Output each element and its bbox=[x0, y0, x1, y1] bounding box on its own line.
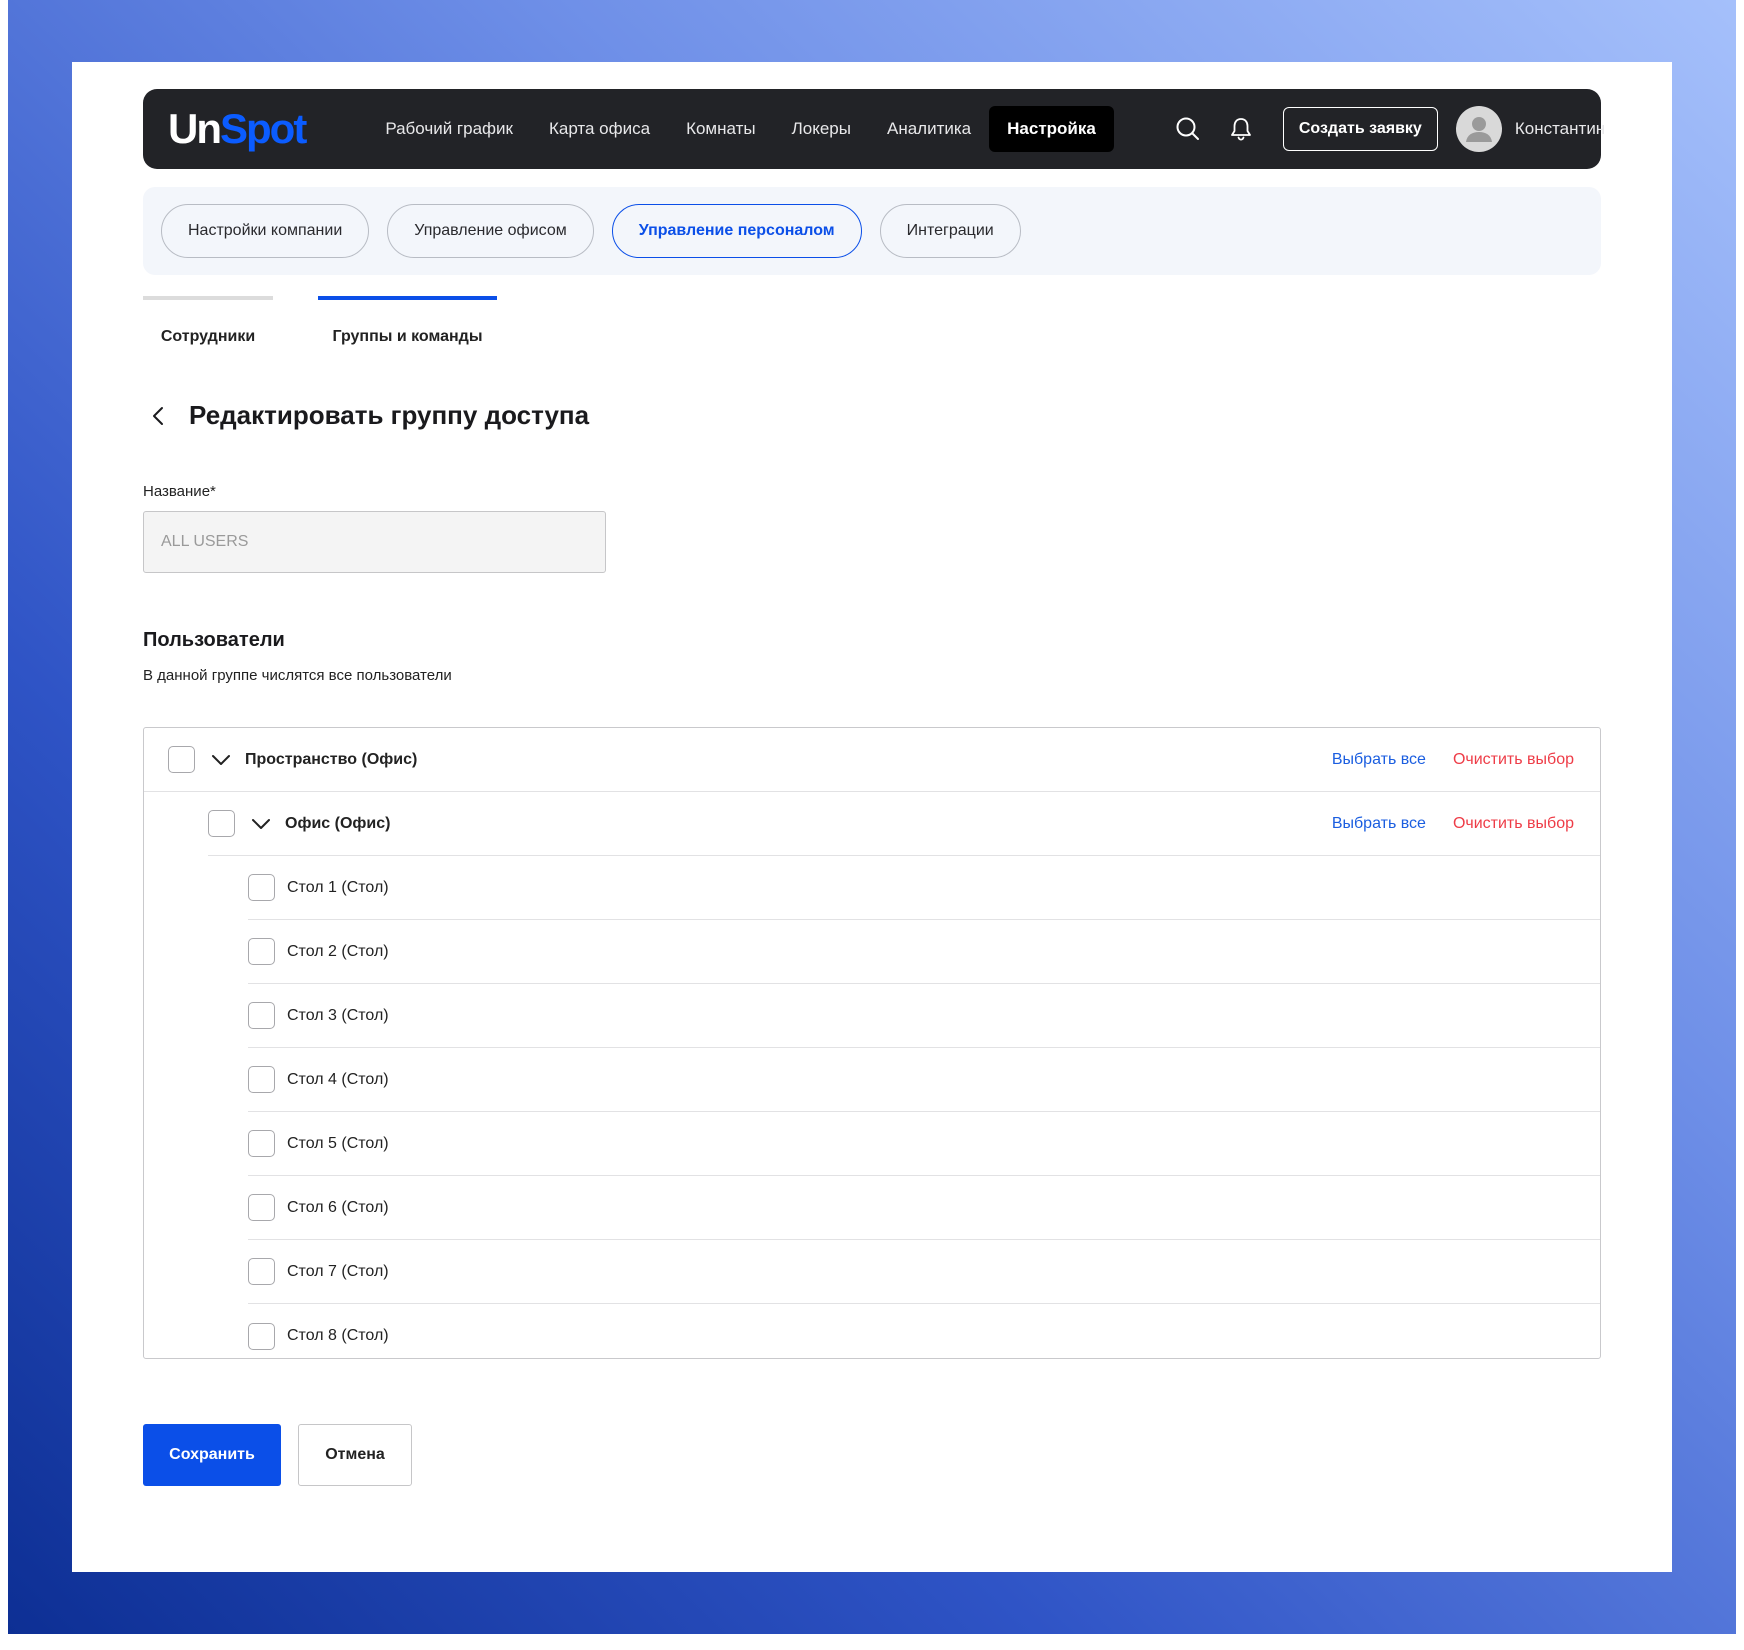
select-all-link[interactable]: Выбрать все bbox=[1332, 751, 1426, 769]
tree-row-desk[interactable]: Стол 1 (Стол) bbox=[248, 856, 1600, 920]
user-name[interactable]: Константин bbox=[1515, 119, 1605, 139]
tab-employees[interactable]: Сотрудники bbox=[143, 296, 273, 346]
checkbox[interactable] bbox=[248, 938, 275, 965]
checkbox[interactable] bbox=[248, 1066, 275, 1093]
checkbox[interactable] bbox=[248, 1322, 275, 1350]
tree-row-desk[interactable]: Стол 6 (Стол) bbox=[248, 1176, 1600, 1240]
tab-indicator-active bbox=[318, 296, 497, 300]
create-request-button[interactable]: Создать заявку bbox=[1282, 107, 1438, 151]
checkbox[interactable] bbox=[248, 1194, 275, 1221]
tree-row-label: Стол 5 (Стол) bbox=[287, 1134, 389, 1152]
access-tree: Пространство (Офис) Выбрать все Очистить… bbox=[143, 727, 1601, 1359]
subnav-integrations[interactable]: Интеграции bbox=[879, 204, 1021, 258]
nav-links: Рабочий график Карта офиса Комнаты Локер… bbox=[367, 89, 1114, 169]
top-navbar: UnSpot Рабочий график Карта офиса Комнат… bbox=[143, 89, 1605, 169]
clear-selection-link[interactable]: Очистить выбор bbox=[1453, 751, 1574, 769]
clear-selection-link[interactable]: Очистить выбор bbox=[1453, 815, 1574, 833]
user-avatar[interactable] bbox=[1455, 106, 1502, 152]
nav-right: Создать заявку Константин bbox=[1174, 106, 1605, 152]
tree-row-root[interactable]: Пространство (Офис) Выбрать все Очистить… bbox=[144, 728, 1600, 792]
search-icon[interactable] bbox=[1174, 115, 1202, 143]
nav-link-analytics[interactable]: Аналитика bbox=[869, 106, 989, 152]
tree-row-desk[interactable]: Стол 3 (Стол) bbox=[248, 984, 1600, 1048]
page-title: Редактировать группу доступа bbox=[189, 400, 590, 430]
tab-groups-teams[interactable]: Группы и команды bbox=[318, 296, 497, 346]
logo-part-un: Un bbox=[168, 105, 222, 152]
tree-row-desk[interactable]: Стол 2 (Стол) bbox=[248, 920, 1600, 984]
chevron-down-icon[interactable] bbox=[249, 812, 273, 836]
tree-row-desk[interactable]: Стол 4 (Стол) bbox=[248, 1048, 1600, 1112]
bell-icon[interactable] bbox=[1227, 115, 1255, 143]
checkbox[interactable] bbox=[248, 874, 275, 901]
tree-row-label: Стол 8 (Стол) bbox=[287, 1327, 389, 1344]
tree-row-desk[interactable]: Стол 7 (Стол) bbox=[248, 1240, 1600, 1304]
checkbox[interactable] bbox=[208, 810, 235, 837]
tree-row-label: Стол 1 (Стол) bbox=[287, 878, 389, 896]
subnav-office-management[interactable]: Управление офисом bbox=[387, 204, 594, 258]
tree-row-label: Стол 3 (Стол) bbox=[287, 1006, 389, 1024]
save-button[interactable]: Сохранить bbox=[143, 1424, 281, 1486]
app-canvas: UnSpot Рабочий график Карта офиса Комнат… bbox=[72, 62, 1672, 1572]
subnav-company-settings[interactable]: Настройки компании bbox=[161, 204, 370, 258]
tab-indicator bbox=[143, 296, 273, 300]
row-actions: Выбрать все Очистить выбор bbox=[1332, 751, 1574, 769]
unspot-logo[interactable]: UnSpot bbox=[168, 105, 307, 152]
checkbox[interactable] bbox=[248, 1130, 275, 1157]
tree-row-label: Стол 7 (Стол) bbox=[287, 1262, 389, 1280]
tree-row-desk[interactable]: Стол 8 (Стол) bbox=[248, 1304, 1600, 1368]
tree-row-label: Стол 4 (Стол) bbox=[287, 1070, 389, 1088]
tab-employees-label: Сотрудники bbox=[160, 328, 256, 345]
nav-link-rooms[interactable]: Комнаты bbox=[668, 106, 774, 152]
tree-row-label: Офис (Офис) bbox=[285, 814, 391, 832]
checkbox[interactable] bbox=[248, 1002, 275, 1029]
chevron-left-icon[interactable] bbox=[147, 404, 171, 428]
name-input[interactable]: ALL USERS bbox=[143, 511, 606, 573]
user-silhouette-icon bbox=[1465, 117, 1492, 142]
nav-link-settings[interactable]: Настройка bbox=[989, 106, 1114, 152]
nav-link-office-map[interactable]: Карта офиса bbox=[531, 106, 668, 152]
chevron-down-icon[interactable] bbox=[209, 748, 233, 772]
nav-link-schedule[interactable]: Рабочий график bbox=[367, 106, 531, 152]
tree-row-office[interactable]: Офис (Офис) Выбрать все Очистить выбор bbox=[208, 792, 1600, 856]
cancel-button[interactable]: Отмена bbox=[298, 1424, 412, 1486]
settings-subnav: Настройки компании Управление офисом Упр… bbox=[143, 187, 1601, 275]
row-actions: Выбрать все Очистить выбор bbox=[1332, 815, 1574, 833]
name-field-label: Название* bbox=[143, 483, 216, 500]
logo-part-spot: Spot bbox=[220, 105, 307, 152]
nav-link-lockers[interactable]: Локеры bbox=[774, 106, 869, 152]
tree-row-desk[interactable]: Стол 5 (Стол) bbox=[248, 1112, 1600, 1176]
checkbox[interactable] bbox=[168, 746, 195, 773]
tree-row-label: Пространство (Офис) bbox=[245, 750, 418, 768]
subnav-staff-management[interactable]: Управление персоналом bbox=[611, 204, 862, 258]
tree-row-label: Стол 2 (Стол) bbox=[287, 942, 389, 960]
users-section-subtitle: В данной группе числятся все пользовател… bbox=[143, 667, 452, 684]
checkbox[interactable] bbox=[248, 1258, 275, 1285]
tree-row-label: Стол 6 (Стол) bbox=[287, 1198, 389, 1216]
users-section-title: Пользователи bbox=[143, 629, 285, 651]
tab-groups-teams-label: Группы и команды bbox=[332, 328, 483, 345]
select-all-link[interactable]: Выбрать все bbox=[1332, 815, 1426, 833]
